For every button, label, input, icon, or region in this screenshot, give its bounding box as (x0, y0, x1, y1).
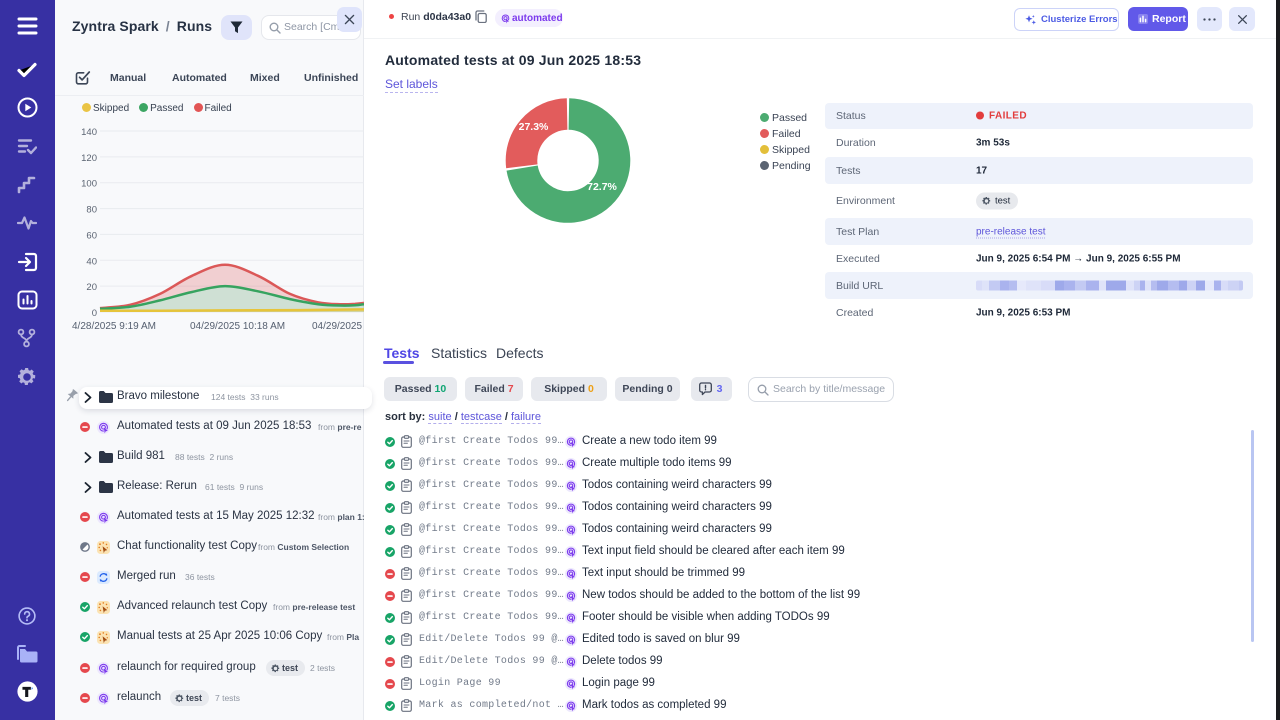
svg-text:60: 60 (86, 230, 97, 241)
svg-text:100: 100 (81, 179, 97, 190)
svg-text:72.7%: 72.7% (587, 181, 617, 193)
svg-text:04/29/2025 10:18 AM: 04/29/2025 10:18 AM (190, 321, 285, 332)
svg-text:80: 80 (86, 205, 97, 216)
svg-text:04/29/2025 10: 04/29/2025 10 (312, 321, 364, 332)
svg-text:20: 20 (86, 282, 97, 293)
svg-text:120: 120 (81, 153, 97, 164)
svg-text:140: 140 (81, 127, 97, 138)
svg-text:0: 0 (92, 308, 97, 319)
svg-text:4/28/2025 9:19 AM: 4/28/2025 9:19 AM (72, 321, 156, 332)
svg-text:27.3%: 27.3% (519, 121, 549, 133)
svg-text:40: 40 (86, 256, 97, 267)
